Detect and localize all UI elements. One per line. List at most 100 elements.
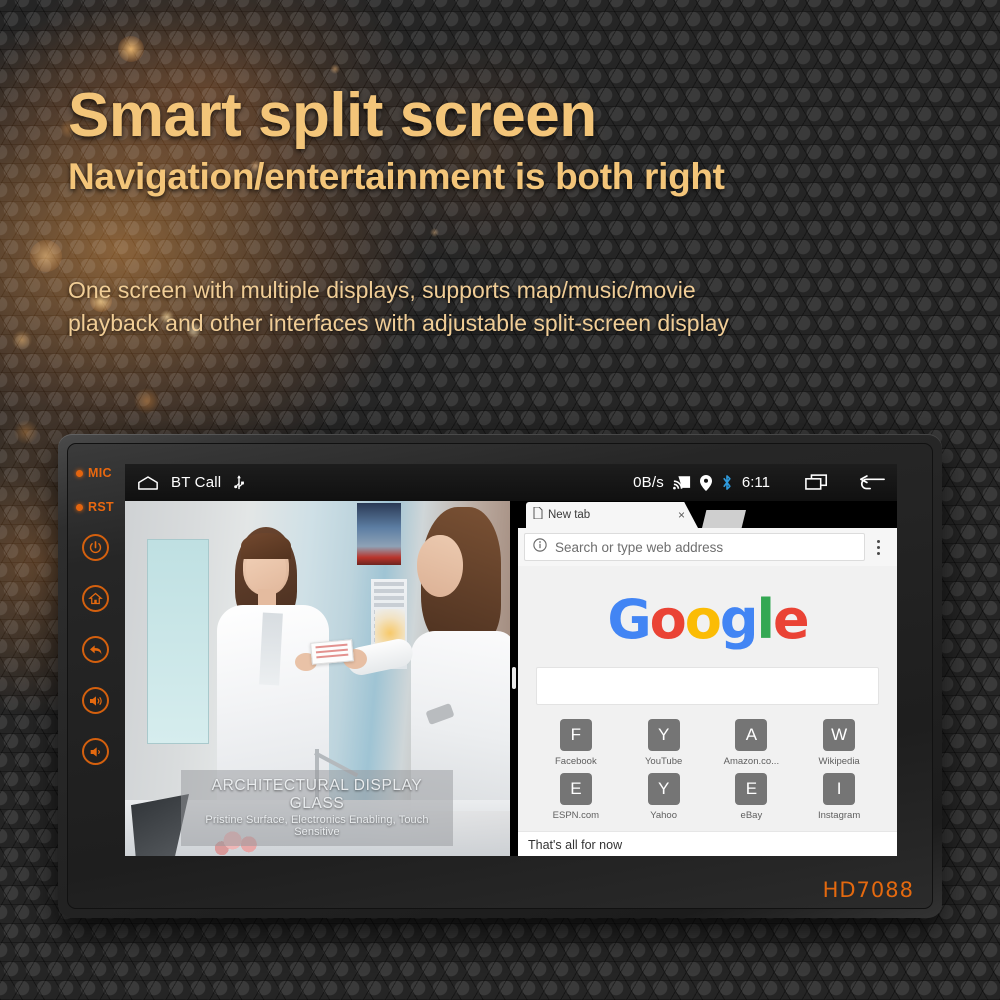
hero-description: One screen with multiple displays, suppo… <box>68 274 808 339</box>
clock-time: 6:11 <box>741 474 770 491</box>
description-line-2: playback and other interfaces with adjus… <box>68 309 729 336</box>
tile-label: eBay <box>740 810 763 821</box>
overflow-menu-icon[interactable] <box>865 539 891 555</box>
tile-initial: Y <box>647 773 680 805</box>
tile-initial: E <box>735 773 768 805</box>
back-arrow-icon <box>89 644 101 655</box>
news-screen <box>357 503 401 565</box>
close-icon[interactable]: × <box>678 508 685 522</box>
tile-initial: W <box>823 719 856 751</box>
video-player-pane[interactable]: ARCHITECTURAL DISPLAY GLASS Pristine Sur… <box>125 501 510 856</box>
page-title: Smart split screen <box>68 81 597 150</box>
info-circle-icon[interactable] <box>533 537 547 557</box>
google-logo: Google <box>518 566 897 651</box>
tile-initial: Y <box>647 719 680 751</box>
tile-label: YouTube <box>644 756 683 767</box>
bluetooth-icon <box>721 474 733 491</box>
cast-icon <box>672 475 691 490</box>
sample-card <box>310 639 354 665</box>
new-tab-page: Google F Facebook Y YouTube A Amazon.co.… <box>518 566 897 856</box>
person-fringe <box>241 533 291 559</box>
hero-copy: Smart split screen Navigation/entertainm… <box>68 84 948 198</box>
volume-down-button[interactable] <box>82 738 109 765</box>
back-button[interactable] <box>82 636 109 663</box>
reset-led-icon <box>76 503 83 511</box>
logo-letter: e <box>773 588 810 651</box>
shortcut-tile[interactable]: E eBay <box>708 773 796 821</box>
mic-label: MIC <box>88 466 112 480</box>
reset-label: RST <box>88 500 114 514</box>
logo-letter: o <box>649 588 687 651</box>
car-stereo-device: MIC RST BT Call 0B/s 6:11 ARCHITECTURAL … <box>58 434 942 918</box>
description-line-1: One screen with multiple displays, suppo… <box>68 277 696 303</box>
caption-subtitle: Pristine Surface, Electronics Enabling, … <box>205 814 429 838</box>
hardware-button-strip: MIC RST <box>68 444 123 908</box>
shortcut-tile[interactable]: A Amazon.co... <box>708 719 796 767</box>
tile-label: Facebook <box>555 756 597 767</box>
network-speed: 0B/s <box>633 474 664 491</box>
back-arrow-icon[interactable] <box>859 474 885 491</box>
android-status-bar: BT Call 0B/s 6:11 <box>125 464 897 501</box>
page-icon <box>533 506 543 524</box>
volume-up-button[interactable] <box>82 687 109 714</box>
logo-letter: G <box>607 588 651 651</box>
status-bar-nav <box>805 474 885 491</box>
recent-apps-icon[interactable] <box>805 474 829 491</box>
shortcut-tile[interactable]: I Instagram <box>795 773 883 821</box>
bt-call-label: BT Call <box>171 474 222 491</box>
new-tab-button[interactable] <box>702 510 746 528</box>
logo-letter: l <box>756 588 775 651</box>
omnibox-placeholder: Search or type web address <box>555 539 724 555</box>
shortcut-tiles: F Facebook Y YouTube A Amazon.co... W Wi… <box>532 719 883 821</box>
shortcut-tile[interactable]: F Facebook <box>532 719 620 767</box>
tile-initial: A <box>735 719 768 751</box>
browser-pane[interactable]: New tab × Search or type web address Goo… <box>518 501 897 856</box>
shortcut-tile[interactable]: W Wikipedia <box>795 719 883 767</box>
fakebox-search-field[interactable] <box>536 667 879 705</box>
tile-label: Instagram <box>818 810 861 821</box>
home-icon[interactable] <box>137 475 159 490</box>
volume-down-icon <box>90 746 100 757</box>
split-screen-divider[interactable] <box>510 501 518 856</box>
volume-up-icon <box>89 695 102 706</box>
wall-glass-panel <box>147 539 209 744</box>
logo-letter: g <box>719 588 759 651</box>
person-lapel <box>259 612 283 686</box>
power-button[interactable] <box>82 534 109 561</box>
footer-message: That's all for now <box>528 837 623 852</box>
second-person-face <box>417 535 463 597</box>
caption-title: ARCHITECTURAL DISPLAY GLASS <box>211 777 423 812</box>
power-icon <box>89 541 102 554</box>
browser-tab-strip: New tab × <box>518 501 897 528</box>
split-screen-container: ARCHITECTURAL DISPLAY GLASS Pristine Sur… <box>125 501 897 856</box>
device-model-label: HD7088 <box>822 878 914 902</box>
mic-led-icon <box>76 469 83 477</box>
browser-toolbar: Search or type web address <box>518 528 897 566</box>
shortcut-tile[interactable]: E ESPN.com <box>532 773 620 821</box>
tile-initial: F <box>559 719 592 751</box>
device-bezel: MIC RST BT Call 0B/s 6:11 ARCHITECTURAL … <box>67 443 933 909</box>
promo-page: Smart split screen Navigation/entertainm… <box>0 0 1000 1000</box>
reset-indicator[interactable]: RST <box>68 500 123 514</box>
shortcut-tile[interactable]: Y YouTube <box>620 719 708 767</box>
page-subtitle: Navigation/entertainment is both right <box>68 156 725 198</box>
ntp-footer: That's all for now <box>518 831 897 856</box>
tile-initial: E <box>559 773 592 805</box>
device-screen[interactable]: BT Call 0B/s 6:11 ARCHITECTURAL DISPLAY … <box>125 464 897 856</box>
browser-tab[interactable]: New tab × <box>526 502 698 528</box>
location-pin-icon <box>699 474 712 491</box>
tile-label: Amazon.co... <box>723 756 780 767</box>
mic-indicator: MIC <box>68 466 123 480</box>
logo-letter: o <box>684 588 722 651</box>
status-bar-right: 0B/s 6:11 <box>633 474 885 491</box>
tile-label: ESPN.com <box>552 810 600 821</box>
home-button[interactable] <box>82 585 109 612</box>
search-input[interactable]: Search or type web address <box>524 533 865 561</box>
usb-icon <box>233 474 245 491</box>
status-bar-left: BT Call <box>137 474 245 491</box>
shortcut-tile[interactable]: Y Yahoo <box>620 773 708 821</box>
home-icon <box>88 592 103 605</box>
tile-label: Yahoo <box>650 810 677 821</box>
tile-label: Wikipedia <box>818 756 860 767</box>
split-divider-handle[interactable] <box>512 667 516 689</box>
